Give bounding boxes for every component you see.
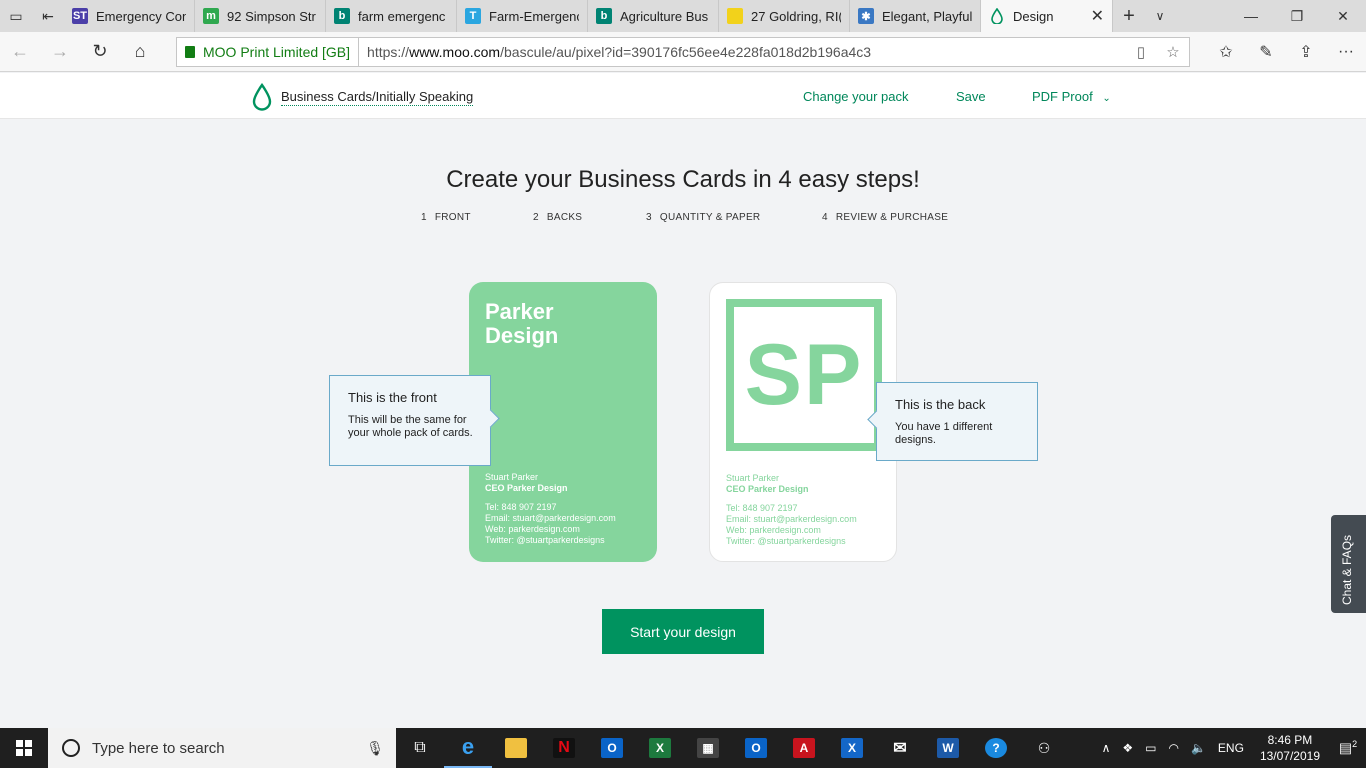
url-field[interactable]: MOO Print Limited [GB] https://www.moo.c… [176,37,1190,67]
dropbox-icon[interactable]: ❖ [1122,741,1133,755]
step-review-purchase: 4 REVIEW & PURCHASE [822,212,949,223]
tooltip-back: This is the back You have 1 different de… [876,382,1038,461]
tab-label: Elegant, Playful, [882,8,972,24]
tab-1[interactable]: m 92 Simpson Str [195,0,326,32]
site-identity[interactable]: MOO Print Limited [GB] [177,38,360,66]
change-pack-link[interactable]: Change your pack [803,89,909,104]
chevron-down-icon[interactable]: ∨ [1145,0,1175,32]
new-tab-icon[interactable]: + [1113,0,1145,32]
favorites-icon[interactable]: ✩ [1206,42,1246,62]
microphone-icon[interactable]: 🎙 [366,740,384,757]
monogram-logo: SP [726,299,882,451]
breadcrumb[interactable]: Business Cards/Initially Speaking [281,89,474,106]
tab-3[interactable]: T Farm-Emergenc [457,0,588,32]
help-icon[interactable]: ? [972,728,1020,768]
step-quantity-paper: 3 QUANTITY & PAPER [646,212,761,223]
calculator-icon[interactable]: ▦ [684,728,732,768]
card-back-contact: Stuart Parker CEO Parker Design Tel: 848… [726,473,857,546]
people-icon[interactable]: ⚇ [1020,728,1068,768]
moo-logo-icon[interactable] [252,82,272,116]
tab-label: Agriculture Bus [620,8,709,24]
chat-faqs-tab[interactable]: Chat & FAQs [1331,515,1366,613]
tab-4[interactable]: b Agriculture Bus [588,0,719,32]
outlook-icon[interactable]: O [588,728,636,768]
system-tray: ∧ ❖ ▭ ◠ 🔈 ENG 8:46 PM 13/07/2019 ▤2 [1096,732,1366,764]
tab-active[interactable]: Design ✕ [981,0,1113,32]
bing-icon: b [596,8,612,24]
start-design-button[interactable]: Start your design [602,609,764,654]
forward-icon[interactable]: → [40,41,80,62]
home-icon[interactable]: ⌂ [120,41,160,62]
chevron-down-icon: ⌄ [1102,93,1111,104]
refresh-icon[interactable]: ↻ [80,41,120,62]
task-view-icon[interactable]: ⧉ [396,728,444,768]
favorite-star-icon[interactable]: ☆ [1157,43,1189,61]
save-link[interactable]: Save [956,89,986,104]
url-text[interactable]: https://www.moo.com/bascule/au/pixel?id=… [359,44,871,60]
sparkle-icon: ✱ [858,8,874,24]
clock[interactable]: 8:46 PM 13/07/2019 [1260,732,1320,764]
tab-label: Farm-Emergenc [489,8,579,24]
lock-icon [185,46,195,58]
moo-drop-icon [989,8,1005,24]
minimize-icon[interactable]: — [1228,0,1274,32]
reading-view-icon[interactable]: ▯ [1125,43,1157,61]
tab-label: Design [1013,8,1054,24]
set-tabs-aside-icon[interactable]: ⇤ [32,0,64,32]
cortana-icon [62,739,80,757]
chevron-up-icon[interactable]: ∧ [1102,741,1111,755]
back-icon[interactable]: ← [0,41,40,62]
card-back-preview[interactable]: SP Stuart Parker CEO Parker Design Tel: … [709,282,897,562]
tab-label: 27 Goldring, RI( [751,8,841,24]
tab-label: Emergency Con [96,8,186,24]
language-indicator[interactable]: ENG [1218,741,1244,755]
m-icon: m [203,8,219,24]
yellow-icon [727,8,743,24]
share-icon[interactable]: ⇪ [1286,42,1326,62]
excel-icon[interactable]: X [636,728,684,768]
tab-label: 92 Simpson Str [227,8,316,24]
tooltip-front: This is the front This will be the same … [329,375,491,466]
outlook-icon-2[interactable]: O [732,728,780,768]
netflix-icon[interactable]: N [540,728,588,768]
mail-icon[interactable]: ✉ [876,728,924,768]
step-front: 1 FRONT [421,212,471,223]
acrobat-icon[interactable]: A [780,728,828,768]
restore-icon[interactable]: ❐ [1274,0,1320,32]
close-tab-icon[interactable]: ✕ [1091,6,1104,26]
pdf-proof-dropdown[interactable]: PDF Proof ⌄ [1032,89,1111,104]
tab-5[interactable]: 27 Goldring, RI( [719,0,850,32]
notifications-icon[interactable]: ▤2 [1330,739,1366,757]
volume-icon[interactable]: 🔈 [1191,741,1206,755]
st-icon: ST [72,8,88,24]
network-icon[interactable]: ▭ [1145,741,1156,755]
wifi-icon[interactable]: ◠ [1168,741,1178,755]
tab-2[interactable]: b farm emergenc [326,0,457,32]
browser-tab-bar: ▭ ⇤ ST Emergency Con m 92 Simpson Str b farm … [0,0,1366,32]
step-backs: 2 BACKS [533,212,583,223]
site-header: Business Cards/Initially Speaking Change… [0,73,1366,119]
page-title: Create your Business Cards in 4 easy ste… [446,166,920,193]
address-bar: ← → ↻ ⌂ MOO Print Limited [GB] https://w… [0,32,1366,72]
tab-label: farm emergenc [358,8,446,24]
edge-icon[interactable]: e [444,728,492,768]
tab-manager-icon[interactable]: ▭ [0,0,32,32]
app-icon[interactable]: X [828,728,876,768]
close-window-icon[interactable]: ✕ [1320,0,1366,32]
taskbar-search-input[interactable]: Type here to search 🎙 [48,728,396,768]
word-icon[interactable]: W [924,728,972,768]
file-explorer-icon[interactable] [492,728,540,768]
card-front-contact: Stuart Parker CEO Parker Design Tel: 848… [485,472,616,545]
pen-icon[interactable]: ✎ [1246,42,1286,62]
t-icon: T [465,8,481,24]
tab-6[interactable]: ✱ Elegant, Playful, [850,0,981,32]
card-front-preview[interactable]: Parker Design Stuart Parker CEO Parker D… [469,282,657,562]
more-icon[interactable]: ··· [1326,43,1366,61]
windows-taskbar: Type here to search 🎙 ⧉ e N O X ▦ O A X … [0,728,1366,768]
bing-icon: b [334,8,350,24]
windows-start-icon[interactable] [0,740,48,756]
card-front-title: Parker Design [485,299,559,348]
tab-0[interactable]: ST Emergency Con [64,0,195,32]
